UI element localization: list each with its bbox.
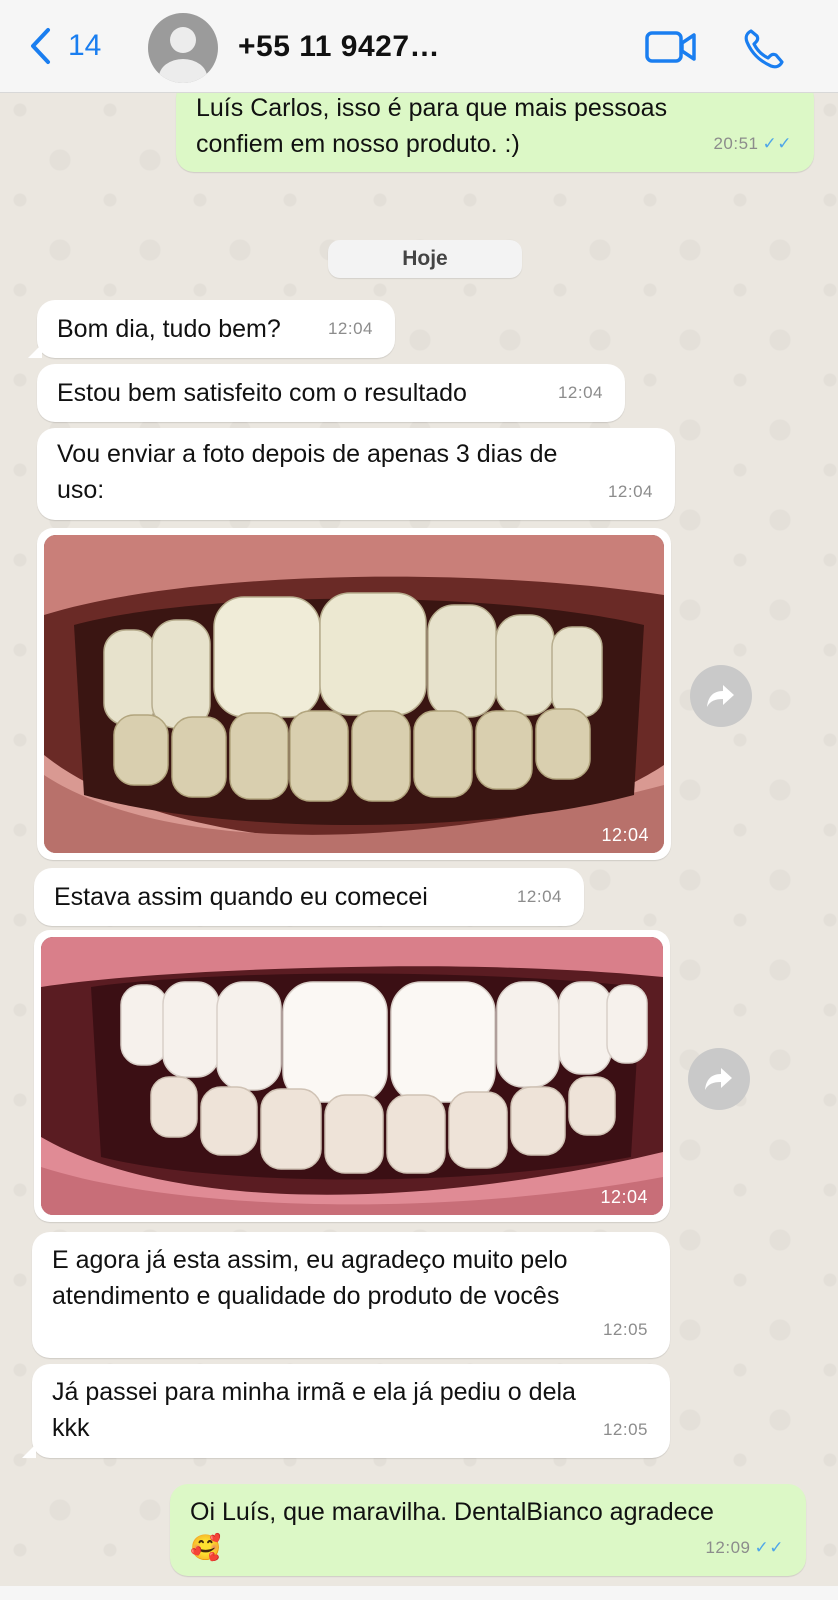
bubble-tail: [28, 344, 42, 358]
unread-count: 14: [68, 29, 102, 62]
message-time: 12:04: [327, 319, 373, 338]
message-time: 12:04: [516, 887, 562, 906]
forward-arrow-icon: [705, 1068, 732, 1090]
incoming-message[interactable]: Bom dia, tudo bem? 12:04: [37, 300, 395, 358]
message-text-line: uso:: [57, 476, 105, 504]
incoming-message[interactable]: Vou enviar a foto depois de apenas 3 dia…: [37, 428, 675, 520]
phone-icon[interactable]: [742, 28, 786, 70]
message-text-line: confiem em nosso produto. :): [196, 130, 520, 158]
message-time: 12:04: [607, 482, 653, 501]
bubble-tail: [22, 1444, 36, 1458]
incoming-message[interactable]: E agora já esta assim, eu agradeço muito…: [32, 1232, 670, 1358]
incoming-message[interactable]: Estou bem satisfeito com o resultado 12:…: [37, 364, 625, 422]
message-text-line: Vou enviar a foto depois de apenas 3 dia…: [57, 440, 558, 468]
date-separator: Hoje: [328, 240, 522, 278]
contact-name[interactable]: +55 11 9427…: [238, 30, 440, 64]
message-text-line: kkk: [52, 1414, 90, 1442]
chat-header: 14 +55 11 9427…: [0, 0, 838, 93]
message-text-line: atendimento e qualidade do produto de vo…: [52, 1282, 560, 1310]
back-button[interactable]: 14: [28, 26, 101, 66]
photo-time: 12:04: [600, 1187, 648, 1207]
message-time: 12:05: [602, 1420, 648, 1439]
photo-message[interactable]: 12:04: [34, 930, 670, 1222]
message-text-line: Já passei para minha irmã e ela já pediu…: [52, 1378, 576, 1406]
message-text: Estava assim quando eu comecei: [54, 883, 428, 911]
read-receipt-icon: ✓✓: [762, 134, 792, 153]
outgoing-message[interactable]: Luís Carlos, isso é para que mais pessoa…: [176, 80, 814, 172]
incoming-message[interactable]: Já passei para minha irmã e ela já pediu…: [32, 1364, 670, 1458]
photo-time: 12:04: [601, 825, 649, 845]
message-time: 12:05: [602, 1320, 648, 1339]
input-bar[interactable]: [0, 1586, 838, 1600]
incoming-message[interactable]: Estava assim quando eu comecei 12:04: [34, 868, 584, 926]
message-text: Estou bem satisfeito com o resultado: [57, 379, 467, 407]
forward-arrow-icon: [707, 685, 734, 707]
message-time: 20:51 ✓✓: [713, 134, 792, 153]
teeth-photo-after: [41, 937, 663, 1215]
message-text: Bom dia, tudo bem?: [57, 315, 281, 343]
message-text-line: Oi Luís, que maravilha. DentalBianco agr…: [190, 1498, 714, 1526]
message-time: 12:04: [557, 383, 603, 402]
read-receipt-icon: ✓✓: [754, 1538, 784, 1557]
video-camera-icon[interactable]: [645, 30, 697, 64]
forward-button[interactable]: [688, 1048, 750, 1110]
message-time: 12:09 ✓✓: [705, 1538, 784, 1557]
photo-message[interactable]: 12:04: [37, 528, 671, 860]
person-icon: [159, 27, 207, 83]
message-text-line: Luís Carlos, isso é para que mais pessoa…: [196, 94, 668, 122]
chevron-left-icon: [31, 28, 50, 64]
avatar[interactable]: [148, 13, 218, 83]
outgoing-message[interactable]: Oi Luís, que maravilha. DentalBianco agr…: [170, 1484, 806, 1576]
message-text-line: E agora já esta assim, eu agradeço muito…: [52, 1246, 568, 1274]
teeth-photo-before: [44, 535, 664, 853]
forward-button[interactable]: [690, 665, 752, 727]
